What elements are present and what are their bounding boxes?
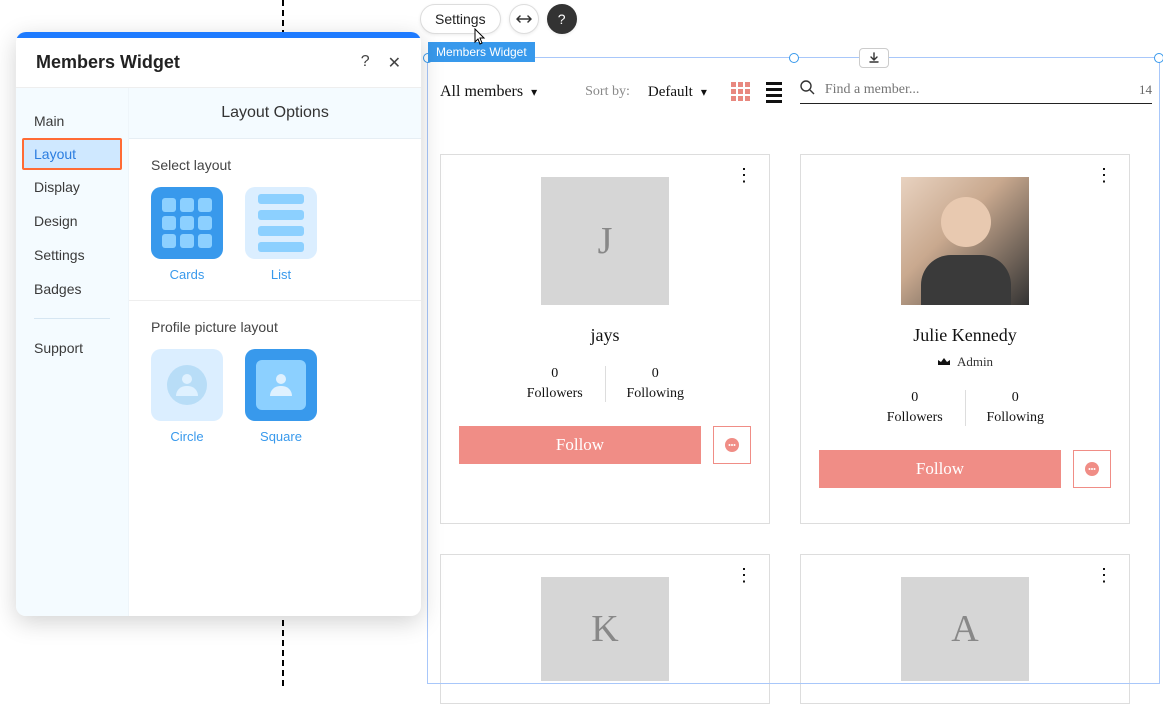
panel-content: Layout Options Select layout Cards Li bbox=[129, 88, 421, 616]
settings-button[interactable]: Settings bbox=[420, 4, 501, 34]
square-icon bbox=[245, 349, 317, 421]
sidebar-item-display[interactable]: Display bbox=[16, 170, 128, 204]
resize-handle[interactable] bbox=[1154, 53, 1163, 63]
help-button[interactable]: ? bbox=[547, 4, 577, 34]
layout-option-list[interactable]: List bbox=[245, 187, 317, 282]
select-layout-label: Select layout bbox=[151, 157, 399, 173]
sidebar-item-support[interactable]: Support bbox=[16, 331, 128, 365]
panel-help-icon[interactable]: ? bbox=[361, 53, 370, 73]
sidebar-item-settings[interactable]: Settings bbox=[16, 238, 128, 272]
cursor-pointer-icon bbox=[470, 28, 486, 53]
sidebar-divider bbox=[34, 318, 110, 319]
profile-option-square[interactable]: Square bbox=[245, 349, 317, 444]
sidebar-item-design[interactable]: Design bbox=[16, 204, 128, 238]
circle-icon bbox=[151, 349, 223, 421]
layout-list-label: List bbox=[271, 267, 291, 282]
cards-icon bbox=[151, 187, 223, 259]
settings-panel: Members Widget ? ✕ Main Layout Display D… bbox=[16, 32, 421, 616]
widget-top-toolbar: Settings ? bbox=[420, 4, 577, 34]
stretch-icon bbox=[516, 14, 532, 24]
panel-sidebar: Main Layout Display Design Settings Badg… bbox=[16, 88, 129, 616]
layout-cards-label: Cards bbox=[170, 267, 205, 282]
download-icon bbox=[868, 52, 880, 64]
help-icon: ? bbox=[558, 11, 566, 27]
profile-square-label: Square bbox=[260, 429, 302, 444]
layout-option-cards[interactable]: Cards bbox=[151, 187, 223, 282]
content-tab-header: Layout Options bbox=[129, 88, 421, 139]
profile-picture-section: Profile picture layout Circle Square bbox=[129, 301, 421, 462]
panel-title: Members Widget bbox=[36, 52, 180, 73]
select-layout-section: Select layout Cards List bbox=[129, 139, 421, 301]
panel-header: Members Widget ? ✕ bbox=[16, 38, 421, 88]
panel-close-icon[interactable]: ✕ bbox=[388, 53, 401, 73]
resize-handle[interactable] bbox=[789, 53, 799, 63]
sidebar-item-layout[interactable]: Layout bbox=[22, 138, 122, 170]
list-icon bbox=[245, 187, 317, 259]
profile-option-circle[interactable]: Circle bbox=[151, 349, 223, 444]
sidebar-item-badges[interactable]: Badges bbox=[16, 272, 128, 306]
sidebar-item-main[interactable]: Main bbox=[16, 104, 128, 138]
profile-circle-label: Circle bbox=[170, 429, 203, 444]
profile-picture-label: Profile picture layout bbox=[151, 319, 399, 335]
stretch-button[interactable] bbox=[509, 4, 539, 34]
download-button[interactable] bbox=[859, 48, 889, 68]
widget-selection-frame[interactable] bbox=[427, 57, 1160, 684]
